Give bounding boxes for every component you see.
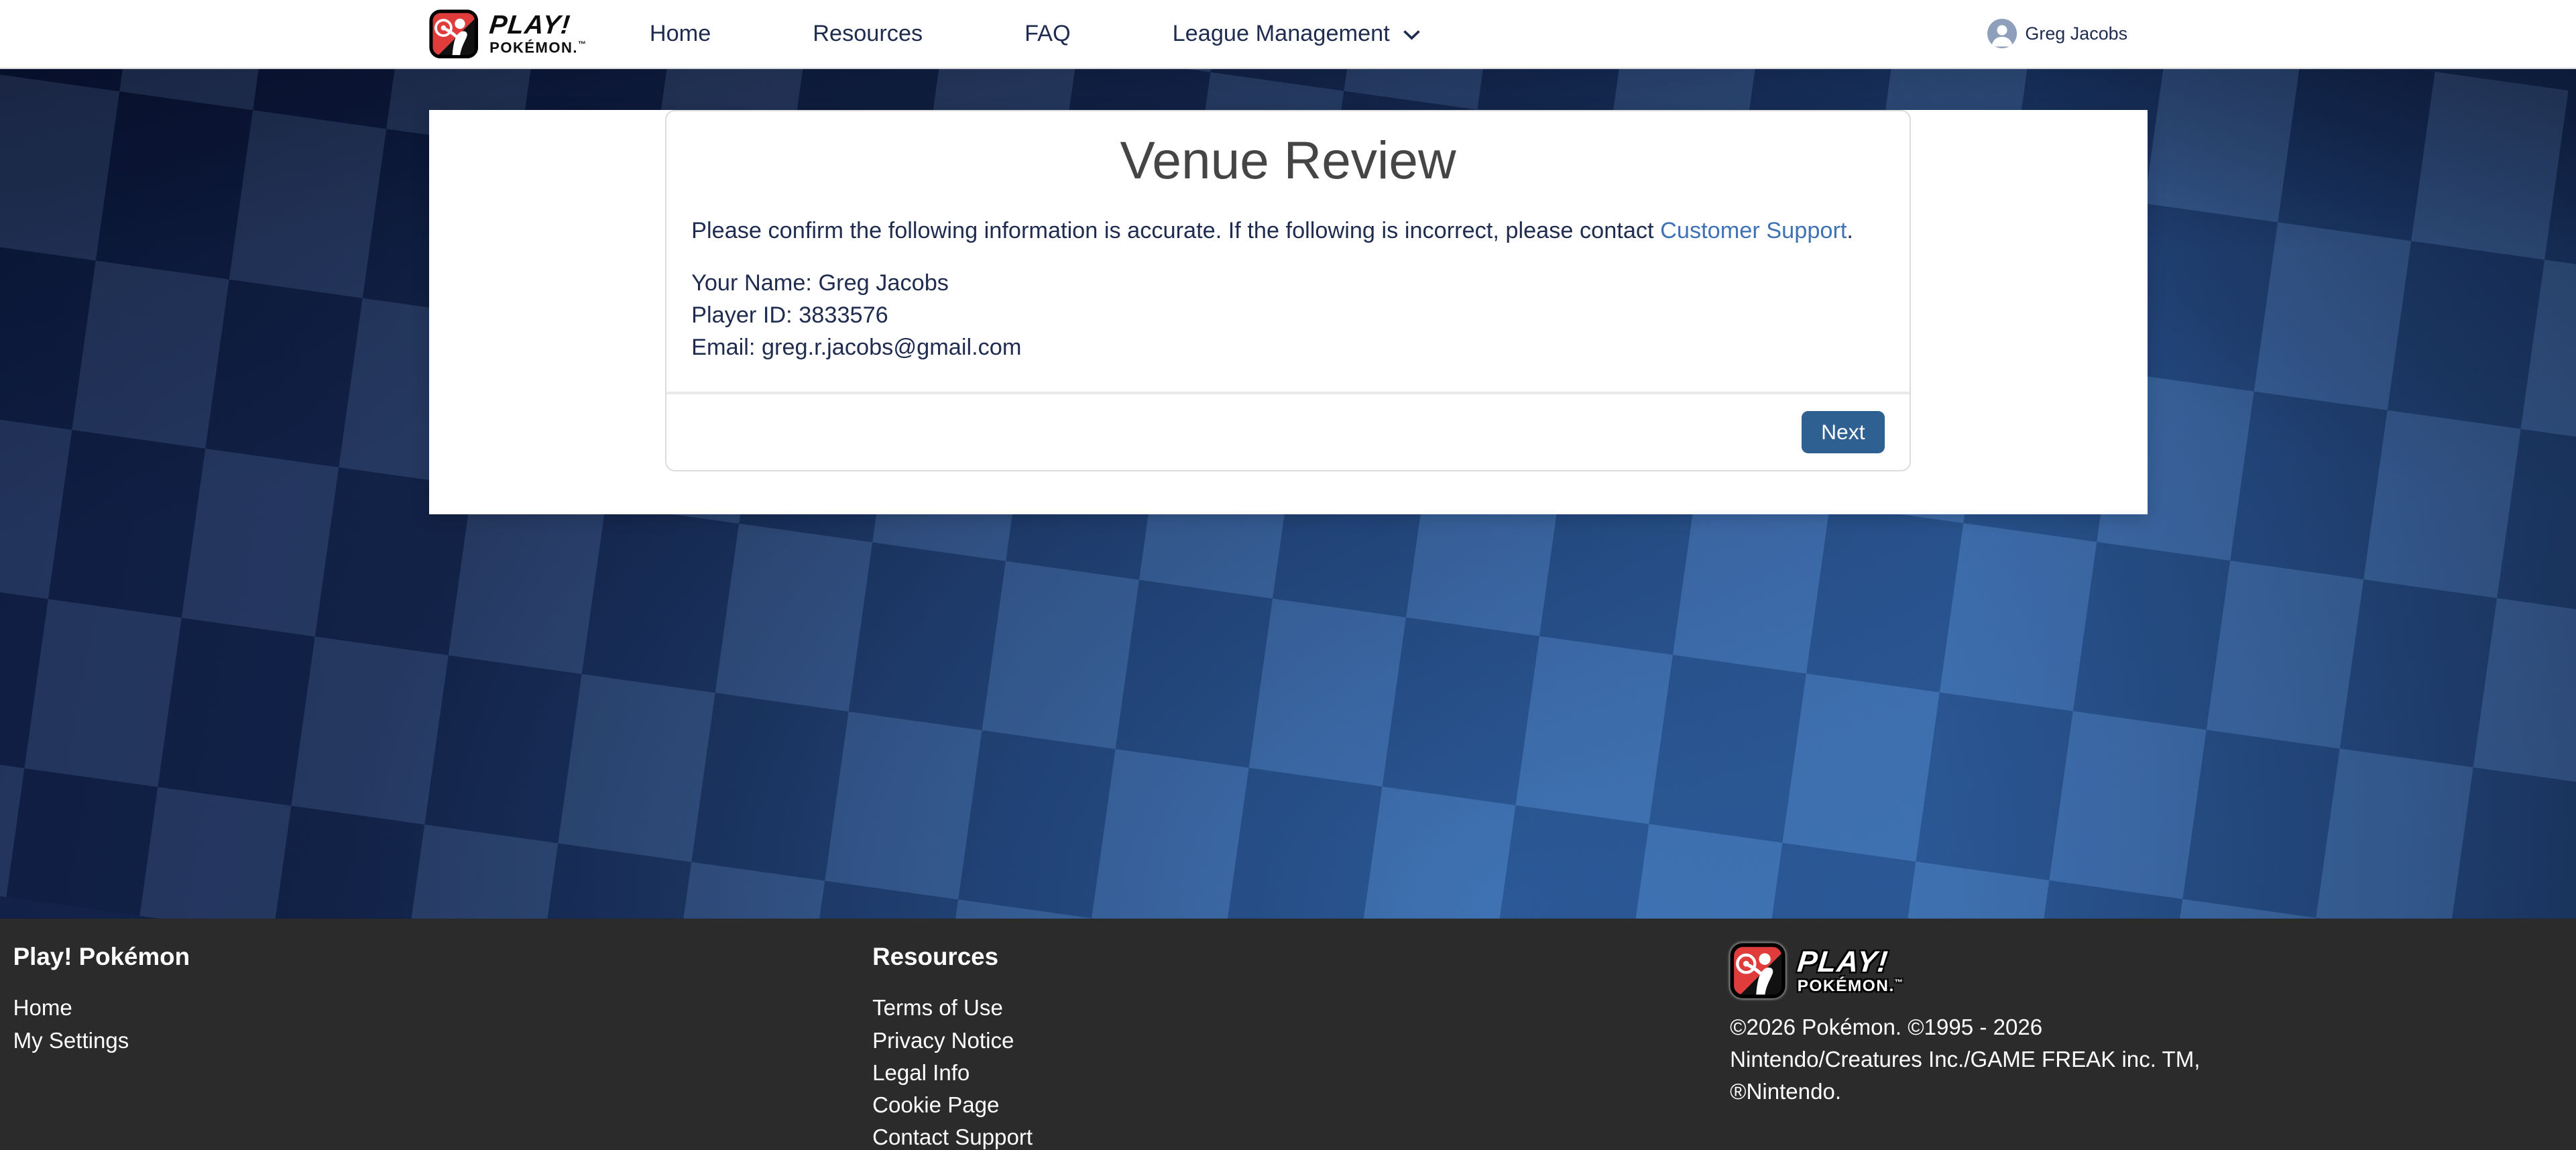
chevron-down-icon: [1403, 30, 1421, 41]
content-panel: Venue Review Please confirm the followin…: [429, 110, 2148, 514]
info-line-name: Your Name: Greg Jacobs: [691, 267, 1885, 299]
footer-trademark-symbol: ™: [1895, 978, 1904, 987]
user-name: Greg Jacobs: [2025, 23, 2127, 44]
email-value: greg.r.jacobs@gmail.com: [762, 335, 1021, 360]
primary-nav: Home Resources FAQ League Management: [650, 21, 1421, 47]
site-footer: Play! Pokémon Home My Settings Resources…: [0, 919, 2576, 1150]
footer-play-pokemon-icon: [1730, 943, 1785, 998]
player-id-value: 3833576: [799, 302, 888, 328]
footer-link-legal-info[interactable]: Legal Info: [872, 1057, 1730, 1090]
page-title: Venue Review: [691, 131, 1885, 189]
copyright-text: ©2026 Pokémon. ©1995 - 2026 Nintendo/Cre…: [1730, 1012, 2207, 1108]
nav-container: PLAY! POKÉMON.™ Home Resources FAQ Leagu…: [429, 0, 2148, 68]
footer-links-play-pokemon: Home My Settings: [13, 992, 873, 1057]
footer-link-home[interactable]: Home: [13, 992, 873, 1025]
footer-column-brand: PLAY! POKÉMON.™ ©2026 Pokémon. ©1995 - 2…: [1730, 943, 2551, 1150]
play-pokemon-icon: [429, 9, 479, 59]
footer-column-resources: Resources Terms of Use Privacy Notice Le…: [872, 943, 1730, 1150]
footer-column-play-pokemon: Play! Pokémon Home My Settings: [13, 943, 873, 1150]
brand-pokemon-text: POKÉMON.™: [489, 40, 587, 55]
footer-link-privacy-notice[interactable]: Privacy Notice: [872, 1025, 1730, 1057]
info-line-player-id: Player ID: 3833576: [691, 299, 1885, 331]
nav-link-league-management[interactable]: League Management: [1173, 21, 1421, 47]
footer-heading-play-pokemon: Play! Pokémon: [13, 943, 873, 971]
footer-brand-wordmark: PLAY! POKÉMON.™: [1798, 947, 1904, 995]
brand-wordmark: PLAY! POKÉMON.™: [489, 12, 587, 55]
nav-link-faq[interactable]: FAQ: [1024, 21, 1071, 47]
user-menu[interactable]: Greg Jacobs: [1987, 19, 2147, 48]
footer-link-cookie-page[interactable]: Cookie Page: [872, 1090, 1730, 1122]
brand-play-text: PLAY!: [488, 12, 589, 38]
nav-link-home[interactable]: Home: [650, 21, 711, 47]
email-label: Email:: [691, 335, 755, 360]
footer-link-my-settings[interactable]: My Settings: [13, 1025, 873, 1057]
card-body: Venue Review Please confirm the followin…: [666, 111, 1909, 391]
nav-link-resources[interactable]: Resources: [813, 21, 923, 47]
footer-heading-resources: Resources: [872, 943, 1730, 971]
main-content: Venue Review Please confirm the followin…: [0, 69, 2576, 919]
footer-link-contact-support[interactable]: Contact Support: [872, 1122, 1730, 1150]
player-info: Your Name: Greg Jacobs Player ID: 383357…: [691, 267, 1885, 363]
name-value: Greg Jacobs: [819, 270, 949, 296]
venue-review-card: Venue Review Please confirm the followin…: [665, 110, 1910, 471]
next-button[interactable]: Next: [1802, 411, 1885, 454]
footer-brand-logo: PLAY! POKÉMON.™: [1730, 943, 2551, 998]
brand-logo[interactable]: PLAY! POKÉMON.™: [429, 9, 587, 59]
customer-support-link[interactable]: Customer Support: [1660, 218, 1847, 243]
trademark-symbol: ™: [578, 40, 587, 49]
player-id-label: Player ID:: [691, 302, 793, 328]
card-footer: Next: [666, 392, 1909, 471]
footer-links-resources: Terms of Use Privacy Notice Legal Info C…: [872, 992, 1730, 1150]
intro-text-after: .: [1847, 218, 1853, 243]
page: PLAY! POKÉMON.™ Home Resources FAQ Leagu…: [0, 0, 2576, 1150]
info-line-email: Email: greg.r.jacobs@gmail.com: [691, 331, 1885, 363]
confirmation-text: Please confirm the following information…: [691, 215, 1885, 247]
footer-brand-pokemon-text: POKÉMON.™: [1798, 978, 1904, 995]
user-avatar-icon: [1987, 19, 2017, 48]
footer-brand-play-text: PLAY!: [1796, 947, 1906, 977]
name-label: Your Name:: [691, 270, 812, 296]
footer-link-terms-of-use[interactable]: Terms of Use: [872, 992, 1730, 1025]
top-nav: PLAY! POKÉMON.™ Home Resources FAQ Leagu…: [0, 0, 2576, 69]
intro-text-before: Please confirm the following information…: [691, 218, 1660, 243]
